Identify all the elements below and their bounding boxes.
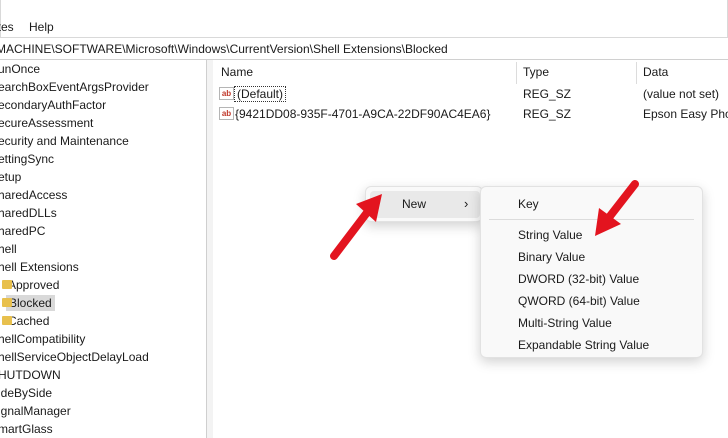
value-name: {9421DD08-935F-4701-A9CA-22DF90AC4EA6} [235,107,491,121]
submenu-item-multi-string-value[interactable]: Multi-String Value [518,316,612,330]
submenu-item-expandable-string-value[interactable]: Expandable String Value [518,338,649,352]
value-name: (Default) [233,86,287,102]
tree-item-shell-extensions[interactable]: hell Extensions [0,258,79,276]
tree-item-setup[interactable]: etup [0,168,21,186]
menu-bar: ites Help [0,0,728,38]
tree-item-cached[interactable]: Cached [2,312,49,330]
menu-help[interactable]: Help [29,20,54,34]
value-type: REG_SZ [523,87,572,101]
column-separator[interactable] [636,62,637,84]
tree-item-sidebyside[interactable]: ideBySide [0,384,52,402]
value-type: REG_SZ [523,107,572,121]
tree-item-shellserviceobjectdelayload[interactable]: hellServiceObjectDelayLoad [0,348,149,366]
tree-item-shell[interactable]: hell [0,240,17,258]
value-row[interactable]: ab {9421DD08-935F-4701-A9CA-22DF90AC4EA6… [213,104,728,124]
ab-string-icon: ab [219,87,234,100]
submenu-item-key[interactable]: Key [518,197,539,211]
submenu-item-dword-value[interactable]: DWORD (32-bit) Value [518,272,639,286]
folder-icon [2,280,12,289]
tree-item-sharedpc[interactable]: haredPC [0,222,45,240]
tree-item-searchboxeventargsprovider[interactable]: earchBoxEventArgsProvider [0,78,149,96]
tree-item-smartglass[interactable]: martGlass [0,420,53,438]
column-header-name[interactable]: Name [221,60,253,84]
menu-separator [489,219,694,220]
address-bar[interactable]: MACHINE\SOFTWARE\Microsoft\Windows\Curre… [0,38,728,60]
context-menu: New › [365,186,483,222]
tree-item-sharedaccess[interactable]: haredAccess [0,186,67,204]
tree-item-security-and-maintenance[interactable]: ecurity and Maintenance [0,132,129,150]
chevron-right-icon: › [464,196,469,211]
tree-item-blocked[interactable]: Blocked [2,294,55,312]
value-data: Epson Easy Phot [643,107,728,121]
submenu-item-binary-value[interactable]: Binary Value [518,250,585,264]
value-data: (value not set) [643,87,720,101]
registry-tree: unOnce earchBoxEventArgsProvider econdar… [0,60,207,438]
folder-icon [2,316,12,325]
tree-item-settingsync[interactable]: ettingSync [0,150,54,168]
tree-item-secureassessment[interactable]: ecureAssessment [0,114,93,132]
column-header-type[interactable]: Type [523,60,549,84]
tree-item-secondaryauthfactor[interactable]: econdaryAuthFactor [0,96,106,114]
ab-string-icon: ab [219,107,234,120]
tree-item-shareddlls[interactable]: haredDLLs [0,204,57,222]
column-separator[interactable] [516,62,517,84]
submenu-item-string-value[interactable]: String Value [518,228,582,242]
address-path[interactable]: MACHINE\SOFTWARE\Microsoft\Windows\Curre… [0,42,448,56]
column-header-data[interactable]: Data [643,60,668,84]
tree-item-signalmanager[interactable]: ignalManager [0,402,71,420]
menu-favorites[interactable]: ites [0,20,14,34]
registry-editor-window: ites Help MACHINE\SOFTWARE\Microsoft\Win… [0,0,728,438]
value-row[interactable]: ab (Default) REG_SZ (value not set) [213,84,728,104]
folder-icon [2,298,12,307]
tree-item-shellcompatibility[interactable]: hellCompatibility [0,330,85,348]
tree-item-approved[interactable]: Approved [2,276,59,294]
tree-item-shutdown[interactable]: HUTDOWN [0,366,61,384]
menu-item-new-label: New [402,197,427,211]
submenu-item-qword-value[interactable]: QWORD (64-bit) Value [518,294,640,308]
new-submenu: Key String Value Binary Value DWORD (32-… [480,186,703,358]
tree-item-runonce[interactable]: unOnce [0,60,40,78]
